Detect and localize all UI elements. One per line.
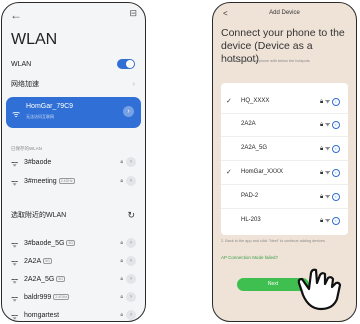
wifi-icon: ᯤ [11,258,19,267]
lock-icon: 🔒︎ [319,194,324,200]
step-two-text: 2. Back to the app and click "Next" to c… [221,239,326,243]
band-badge: 2.4GHz [58,178,75,185]
scan-icon[interactable]: ⊟ [129,8,137,19]
pointing-hand-icon [297,268,342,311]
info-icon[interactable]: › [126,238,136,248]
page-title: WLAN [11,31,58,48]
chevron-right-icon: › [132,80,135,88]
nearby-networks-label: 选取附近的WLAN [11,212,67,219]
network-name: homgartest [24,312,60,319]
wifi-icon: ᯤ [11,159,19,168]
lock-icon: 🔒︎ [120,276,123,282]
network-name: 3#baode [24,159,52,166]
band-badge: 2.4GHz [53,294,70,301]
nearby-network-item[interactable]: ᯤ homgartest 🔒︎ › [2,307,145,321]
lock-icon: 🔒︎ [319,170,324,176]
hotspot-item[interactable]: PAD-2 🔒︎ ᯤ i [221,186,348,209]
lock-icon: 🔒︎ [120,159,123,165]
info-icon[interactable]: i [332,145,340,153]
network-acceleration-label: 网络加速 [11,81,39,88]
wifi-icon: ᯤ [324,194,331,200]
wifi-icon: ᯤ [324,99,331,105]
lock-icon: 🔒︎ [319,218,324,224]
lock-icon: 🔒︎ [319,99,324,105]
add-device-phone: < Add Device Connect your phone to the d… [212,2,357,322]
ap-mode-failed-link[interactable]: AP Connection Mode failed? [221,255,278,260]
hotspot-name: 2A2A_5G [241,145,268,151]
wlan-toggle-row[interactable]: WLAN [2,55,145,73]
hotspot-name: PAD-2 [241,193,259,199]
refresh-icon[interactable]: ↻ [127,210,135,221]
lock-icon: 🔒︎ [120,178,123,184]
info-icon[interactable]: › [126,176,136,186]
network-name: baldr999 [24,294,52,301]
hotspot-name: HomGar_XXXX [241,169,284,175]
hotspot-item[interactable]: ✓ HQ_XXXX 🔒︎ ᯤ i [221,91,348,114]
band-badge: 5G [66,240,76,247]
wlan-settings-phone: ← ⊟ WLAN WLAN 网络加速 › ᯤ HomGar_79C9 无法访问互… [1,2,146,322]
nearby-network-item[interactable]: ᯤ 2A2A_5G 5G 🔒︎ › [2,271,145,289]
info-icon[interactable]: › [126,157,136,167]
hotspot-item[interactable]: ✓ HomGar_XXXX 🔒︎ ᯤ i [221,162,348,185]
hotspot-item[interactable]: 2A2A 🔒︎ ᯤ i [221,114,348,137]
info-icon[interactable]: i [332,217,340,225]
connected-network-card[interactable]: ᯤ HomGar_79C9 无法访问互联网 › [6,97,141,128]
network-name: 3#meeting [24,178,57,185]
saved-network-item[interactable]: ᯤ 3#baode 🔒︎ › [2,154,145,172]
network-name: 2A2A_5G [24,276,55,283]
header-title: Add Device [269,10,300,16]
hotspot-list: ✓ HQ_XXXX 🔒︎ ᯤ i 2A2A 🔒︎ ᯤ i 2A2A_5G 🔒︎ … [221,83,348,235]
wifi-icon: ᯤ [11,178,19,187]
lock-icon: 🔒︎ [120,258,123,264]
info-icon[interactable]: › [126,292,136,302]
wifi-icon: ᯤ [324,122,331,128]
network-name: 2A2A [24,258,42,265]
wifi-icon: ᯤ [324,146,331,152]
info-icon[interactable]: i [332,193,340,201]
info-icon[interactable]: i [332,169,340,177]
hotspot-name: 2A2A [241,121,256,127]
saved-networks-label: 已保存的WLAN [11,146,43,151]
wifi-icon: ᯤ [324,218,331,224]
wifi-icon: ᯤ [11,294,19,303]
wifi-icon: ᯤ [11,312,19,321]
info-icon[interactable]: i [332,98,340,106]
info-icon[interactable]: › [126,256,136,266]
lock-icon: 🔒︎ [120,240,123,246]
wifi-icon: ᯤ [12,109,21,119]
connected-ssid: HomGar_79C9 [26,103,74,110]
wifi-icon: ᯤ [11,240,19,249]
info-icon[interactable]: › [126,274,136,284]
wifi-icon: ᯤ [11,276,19,285]
hotspot-name: HQ_XXXX [241,98,270,104]
band-badge: 5G [56,276,66,283]
lock-icon: 🔒︎ [319,146,324,152]
info-icon[interactable]: i [332,121,340,129]
saved-network-item[interactable]: ᯤ 3#meeting 2.4GHz 🔒︎ › [2,173,145,191]
top-bar: ← ⊟ [10,8,137,22]
nearby-networks-header: 选取附近的WLAN ↻ [2,206,145,224]
step-one-text: 1. Please connect the phone with below t… [221,59,310,63]
network-name: 3#baode_5G [24,240,65,247]
wifi-icon: ᯤ [324,170,331,176]
lock-icon: 🔒︎ [319,122,324,128]
wlan-toggle-switch[interactable] [117,59,135,69]
arrow-right-icon[interactable]: › [123,106,134,117]
nearby-network-item[interactable]: ᯤ 3#baode_5G 5G 🔒︎ › [2,235,145,253]
lock-icon: 🔒︎ [120,294,123,300]
check-icon: ✓ [226,98,232,105]
band-badge: 5G [43,258,52,265]
wlan-toggle-label: WLAN [11,60,32,68]
connected-status: 无法访问互联网 [26,114,54,119]
check-icon: ✓ [226,169,232,176]
nearby-network-item[interactable]: ᯤ 2A2A 5G 🔒︎ › [2,253,145,271]
hotspot-name: HL-203 [241,217,261,223]
network-acceleration-row[interactable]: 网络加速 › [2,75,145,93]
lock-icon: 🔒︎ [120,312,123,318]
hotspot-item[interactable]: 2A2A_5G 🔒︎ ᯤ i [221,138,348,161]
back-arrow-icon[interactable]: ← [10,8,22,22]
info-icon[interactable]: › [126,310,136,320]
nearby-network-item[interactable]: ᯤ baldr999 2.4GHz 🔒︎ › [2,289,145,307]
hotspot-item[interactable]: HL-203 🔒︎ ᯤ i [221,210,348,232]
